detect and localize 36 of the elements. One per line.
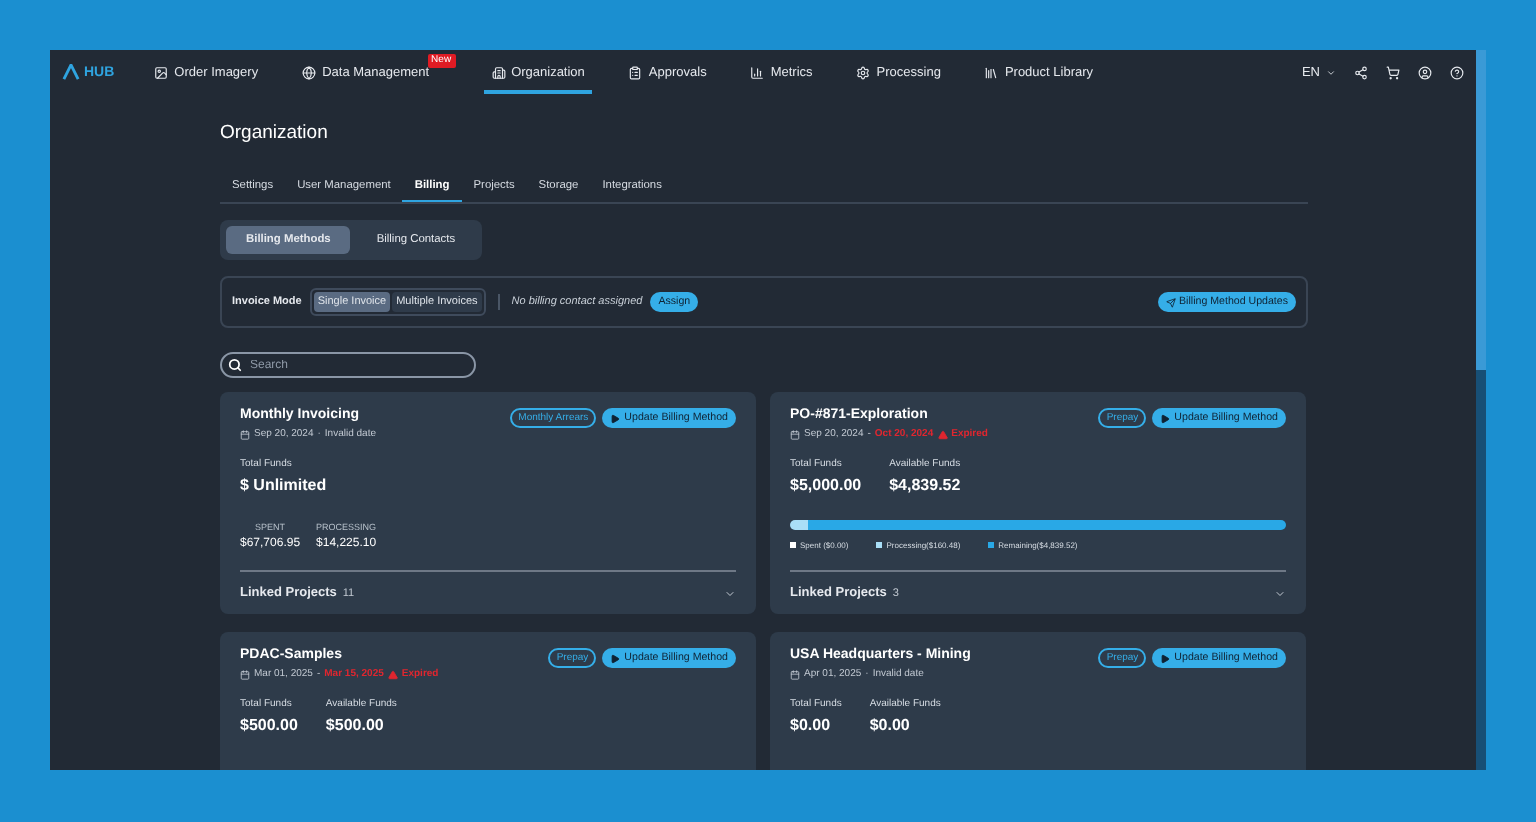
send-icon [1165,297,1176,307]
play-icon [1160,413,1171,423]
funds-value: $0.00 [790,716,833,734]
calendar-icon [240,669,250,679]
image-icon [154,65,169,79]
warning-icon [937,429,948,439]
caret-icon [1326,67,1336,77]
cart-icon[interactable] [1386,65,1400,79]
page-title: Organization [220,122,330,144]
funds-value: $5,000.00 [790,476,862,494]
clipboard-icon [628,65,643,79]
help-icon[interactable] [1450,65,1464,79]
gear-icon [856,65,871,79]
logo-icon [62,64,80,80]
bar-chart-icon [750,65,765,79]
calendar-icon [790,669,800,679]
calendar-icon [240,429,250,439]
building-icon [491,65,506,79]
library-icon [984,65,999,79]
calendar-icon [790,429,800,439]
funds-value: $500.00 [325,716,386,734]
user-icon[interactable] [1418,65,1432,79]
warning-icon [387,669,398,679]
search-icon [228,358,242,372]
play-icon [610,653,621,663]
funds-value: $ Unlimited [240,476,327,494]
funds-value: $4,839.52 [889,476,961,494]
funds-value: $500.00 [240,716,298,734]
play-icon [1160,653,1171,663]
play-icon [610,413,621,423]
chevron-down-icon[interactable] [724,587,736,599]
scrollbar-thumb[interactable] [1476,50,1486,370]
globe-icon [302,65,317,79]
chevron-down-icon[interactable] [1274,587,1286,599]
share-icon[interactable] [1354,65,1368,79]
funds-value: $0.00 [869,716,912,734]
